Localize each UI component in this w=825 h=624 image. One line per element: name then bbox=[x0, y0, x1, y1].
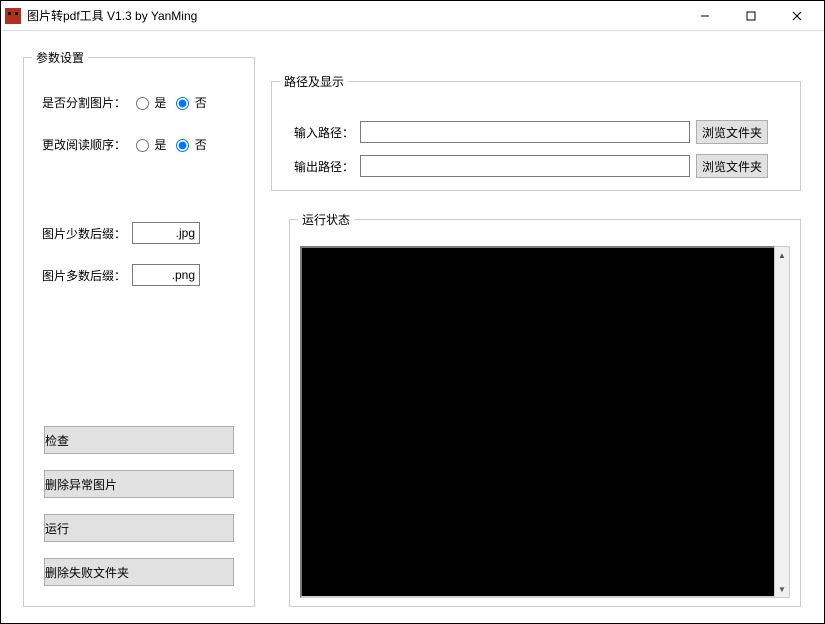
params-group: 参数设置 是否分割图片： 是 否 更改阅读顺序： 是 否 图片少数后缀： 图片多… bbox=[23, 49, 255, 607]
order-yes-option[interactable]: 是 bbox=[132, 136, 166, 153]
input-path-row: 输入路径： 浏览文件夹 bbox=[294, 120, 768, 144]
order-label: 更改阅读顺序： bbox=[42, 136, 126, 153]
window-controls bbox=[682, 1, 820, 30]
params-legend: 参数设置 bbox=[32, 49, 88, 66]
close-button[interactable] bbox=[774, 1, 820, 30]
minor-suffix-label: 图片少数后缀： bbox=[42, 225, 126, 242]
order-no-radio[interactable] bbox=[176, 139, 189, 152]
output-path-label: 输出路径： bbox=[294, 158, 354, 175]
app-icon bbox=[5, 8, 21, 24]
major-suffix-label: 图片多数后缀： bbox=[42, 267, 126, 284]
status-console[interactable] bbox=[300, 246, 778, 598]
order-no-option[interactable]: 否 bbox=[172, 136, 206, 153]
browse-output-button[interactable]: 浏览文件夹 bbox=[696, 154, 768, 178]
maximize-icon bbox=[746, 11, 756, 21]
minor-suffix-row: 图片少数后缀： bbox=[42, 222, 200, 244]
minimize-icon bbox=[700, 11, 710, 21]
split-label: 是否分割图片： bbox=[42, 94, 126, 111]
major-suffix-row: 图片多数后缀： bbox=[42, 264, 200, 286]
status-group: 运行状态 ▲ ▼ bbox=[289, 211, 801, 607]
scroll-up-icon[interactable]: ▲ bbox=[775, 247, 789, 263]
major-suffix-input[interactable] bbox=[132, 264, 200, 286]
order-yes-radio[interactable] bbox=[136, 139, 149, 152]
check-button[interactable]: 检查 bbox=[44, 426, 234, 454]
app-window: 图片转pdf工具 V1.3 by YanMing 参数设置 是否分割图片： 是 … bbox=[0, 0, 825, 624]
paths-group: 路径及显示 输入路径： 浏览文件夹 输出路径： 浏览文件夹 bbox=[271, 73, 801, 191]
browse-input-button[interactable]: 浏览文件夹 bbox=[696, 120, 768, 144]
output-path-row: 输出路径： 浏览文件夹 bbox=[294, 154, 768, 178]
run-button[interactable]: 运行 bbox=[44, 514, 234, 542]
close-icon bbox=[792, 11, 802, 21]
status-legend: 运行状态 bbox=[298, 211, 354, 228]
input-path-label: 输入路径： bbox=[294, 124, 354, 141]
minor-suffix-input[interactable] bbox=[132, 222, 200, 244]
console-scrollbar[interactable]: ▲ ▼ bbox=[774, 246, 790, 598]
split-row: 是否分割图片： 是 否 bbox=[42, 94, 207, 111]
split-yes-radio[interactable] bbox=[136, 97, 149, 110]
scroll-down-icon[interactable]: ▼ bbox=[775, 581, 789, 597]
output-path-field[interactable] bbox=[360, 155, 690, 177]
input-path-field[interactable] bbox=[360, 121, 690, 143]
delete-abnormal-button[interactable]: 删除异常图片 bbox=[44, 470, 234, 498]
titlebar: 图片转pdf工具 V1.3 by YanMing bbox=[1, 1, 824, 31]
order-row: 更改阅读顺序： 是 否 bbox=[42, 136, 207, 153]
split-no-radio[interactable] bbox=[176, 97, 189, 110]
window-title: 图片转pdf工具 V1.3 by YanMing bbox=[27, 7, 682, 24]
split-yes-option[interactable]: 是 bbox=[132, 94, 166, 111]
delete-failed-button[interactable]: 删除失败文件夹 bbox=[44, 558, 234, 586]
split-no-option[interactable]: 否 bbox=[172, 94, 206, 111]
paths-legend: 路径及显示 bbox=[280, 73, 348, 90]
content-area: 参数设置 是否分割图片： 是 否 更改阅读顺序： 是 否 图片少数后缀： 图片多… bbox=[1, 31, 824, 623]
minimize-button[interactable] bbox=[682, 1, 728, 30]
maximize-button[interactable] bbox=[728, 1, 774, 30]
